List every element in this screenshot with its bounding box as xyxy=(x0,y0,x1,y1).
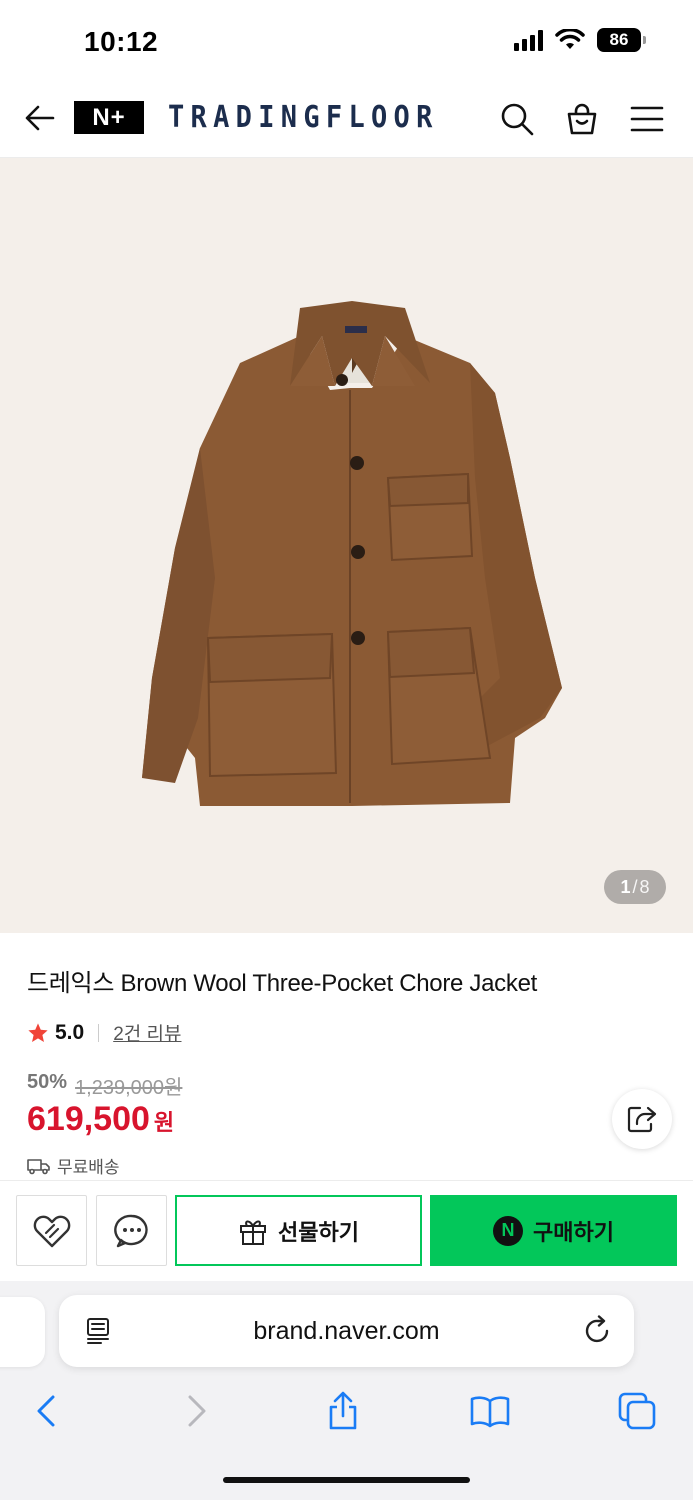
cart-icon xyxy=(567,103,597,135)
gift-button-label: 선물하기 xyxy=(278,1219,359,1245)
reload-icon xyxy=(585,1315,609,1343)
search-icon xyxy=(501,103,534,136)
delivery-truck-icon xyxy=(27,1158,50,1174)
cart-button[interactable] xyxy=(563,100,601,138)
status-bar: 10:12 86 xyxy=(0,0,693,84)
price-original-row: 50% 1,239,000원 xyxy=(27,1071,182,1100)
image-total: 8 xyxy=(639,876,650,897)
home-indicator[interactable] xyxy=(223,1477,470,1483)
star-icon xyxy=(28,1022,48,1042)
previous-tab-preview[interactable] xyxy=(0,1297,45,1367)
purchase-action-bar: 선물하기 N 구매하기 xyxy=(0,1180,693,1280)
browser-share-button[interactable] xyxy=(321,1389,365,1433)
wifi-icon xyxy=(555,29,585,49)
back-arrow-icon xyxy=(25,105,55,131)
menu-button[interactable] xyxy=(628,100,666,138)
back-button[interactable] xyxy=(22,100,58,136)
product-title: 드레익스 Brown Wool Three-Pocket Chore Jacke… xyxy=(27,970,537,997)
tabs-icon xyxy=(618,1392,656,1430)
share-button[interactable] xyxy=(612,1089,672,1149)
address-bar[interactable]: brand.naver.com xyxy=(59,1295,634,1367)
share-icon xyxy=(627,1106,657,1133)
image-current: 1 xyxy=(620,876,631,897)
discount-rate: 50% xyxy=(27,1071,68,1093)
chat-icon xyxy=(113,1214,148,1247)
currency-unit: 원 xyxy=(153,1110,175,1135)
sale-price-row: 619,500 원 xyxy=(27,1100,174,1139)
product-image-carousel[interactable]: 1 / 8 xyxy=(0,158,693,933)
buy-button[interactable]: N 구매하기 xyxy=(430,1195,677,1266)
browser-toolbar: brand.naver.com xyxy=(0,1281,693,1500)
app-header: N+ TRADINGFLOOR xyxy=(0,84,693,158)
reload-button[interactable] xyxy=(584,1315,612,1350)
browser-nav-row xyxy=(0,1381,693,1441)
wishlist-button[interactable] xyxy=(16,1195,87,1266)
sale-price: 619,500 xyxy=(27,1100,150,1138)
safari-forward-icon xyxy=(188,1395,206,1427)
url-text: brand.naver.com xyxy=(253,1317,440,1345)
rating-divider xyxy=(98,1023,100,1042)
safari-back-icon xyxy=(37,1395,55,1427)
naver-plus-logo[interactable]: N+ xyxy=(74,101,144,134)
search-button[interactable] xyxy=(498,100,536,138)
status-icons: 86 xyxy=(514,28,646,52)
delivery-info: 무료배송 xyxy=(27,1153,120,1178)
gift-button[interactable]: 선물하기 xyxy=(175,1195,422,1266)
status-time: 10:12 xyxy=(84,26,159,57)
original-price: 1,239,000원 xyxy=(75,1077,183,1099)
gift-icon xyxy=(240,1220,267,1245)
naver-pay-badge: N xyxy=(493,1215,524,1246)
image-separator: / xyxy=(632,876,638,897)
tabs-button[interactable] xyxy=(615,1389,659,1433)
safari-share-icon xyxy=(329,1391,357,1430)
brand-logo[interactable]: TRADINGFLOOR xyxy=(168,100,439,135)
delivery-label: 무료배송 xyxy=(57,1158,120,1177)
battery-indicator: 86 xyxy=(597,28,646,52)
browser-forward-button[interactable] xyxy=(175,1389,219,1433)
product-info: 드레익스 Brown Wool Three-Pocket Chore Jacke… xyxy=(0,933,693,1180)
browser-back-button[interactable] xyxy=(24,1389,68,1433)
image-counter: 1 / 8 xyxy=(604,870,666,904)
wishlist-heart-icon xyxy=(33,1215,70,1247)
menu-icon xyxy=(630,106,664,132)
rating-value: 5.0 xyxy=(55,1020,85,1044)
chat-button[interactable] xyxy=(96,1195,167,1266)
jacket-image xyxy=(142,301,562,806)
buy-button-label: 구매하기 xyxy=(533,1219,614,1245)
bookmarks-button[interactable] xyxy=(468,1389,512,1433)
review-count-link[interactable]: 2건 리뷰 xyxy=(113,1019,181,1046)
bookmarks-icon xyxy=(470,1396,510,1428)
cellular-signal-icon xyxy=(514,29,543,51)
rating-row: 5.0 2건 리뷰 xyxy=(27,1019,182,1046)
